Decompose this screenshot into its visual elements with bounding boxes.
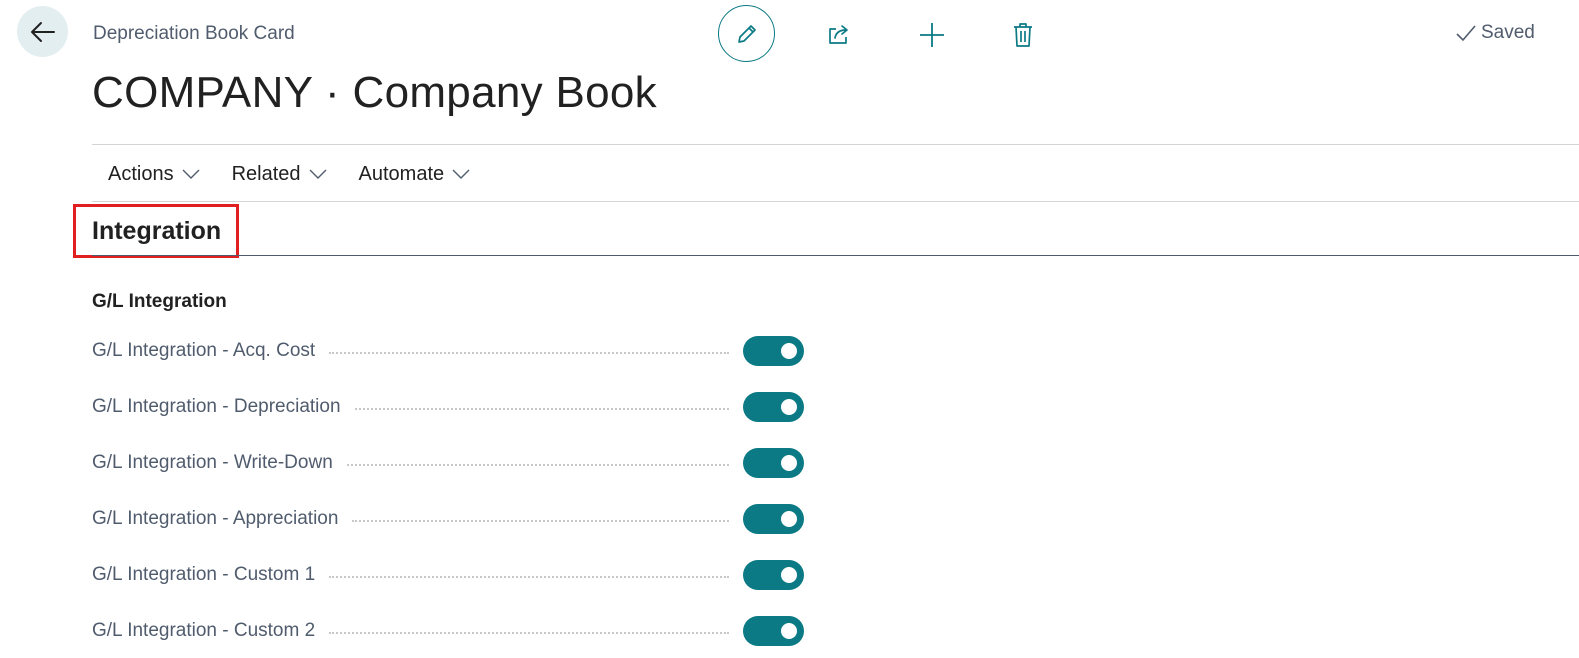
action-bar: Actions Related Automate xyxy=(92,146,486,202)
actions-menu-label: Actions xyxy=(108,162,174,185)
field-row-custom-2: G/L Integration - Custom 2 xyxy=(92,614,804,648)
breadcrumb: Depreciation Book Card xyxy=(93,23,295,44)
toggle-depreciation[interactable] xyxy=(743,392,804,422)
field-row-custom-1: G/L Integration - Custom 1 xyxy=(92,558,804,592)
automate-menu-label: Automate xyxy=(358,162,445,185)
field-row-acq-cost: G/L Integration - Acq. Cost xyxy=(92,334,804,368)
field-label: G/L Integration - Acq. Cost xyxy=(92,340,316,361)
check-icon xyxy=(1456,25,1476,42)
plus-icon xyxy=(919,22,944,47)
toggle-knob xyxy=(781,455,797,471)
highlight-box xyxy=(73,204,239,258)
page-title: COMPANY · Company Book xyxy=(92,68,657,117)
section-divider xyxy=(92,255,1579,256)
divider xyxy=(92,144,1579,145)
field-leader xyxy=(329,632,729,634)
field-leader xyxy=(329,576,729,578)
group-title: G/L Integration xyxy=(92,291,227,312)
field-leader xyxy=(354,408,729,410)
toggle-acq-cost[interactable] xyxy=(743,336,804,366)
pencil-icon xyxy=(737,24,756,43)
toggle-write-down[interactable] xyxy=(743,448,804,478)
related-menu[interactable]: Related xyxy=(216,146,343,202)
saved-status: Saved xyxy=(1455,22,1535,44)
field-label: G/L Integration - Custom 2 xyxy=(92,620,316,641)
arrow-left-icon xyxy=(30,21,55,42)
automate-menu[interactable]: Automate xyxy=(343,146,487,202)
divider xyxy=(92,201,1579,202)
field-leader xyxy=(346,464,729,466)
chevron-down-icon xyxy=(452,169,470,179)
toggle-knob xyxy=(781,567,797,583)
field-label: G/L Integration - Appreciation xyxy=(92,508,339,529)
chevron-down-icon xyxy=(309,169,327,179)
toggle-knob xyxy=(781,343,797,359)
actions-menu[interactable]: Actions xyxy=(92,146,216,202)
field-leader xyxy=(329,352,729,354)
back-button[interactable] xyxy=(17,6,68,57)
toggle-custom-2[interactable] xyxy=(743,616,804,646)
share-button[interactable] xyxy=(810,6,867,63)
field-label: G/L Integration - Depreciation xyxy=(92,396,341,417)
related-menu-label: Related xyxy=(231,162,301,185)
toggle-knob xyxy=(781,623,797,639)
field-row-appreciation: G/L Integration - Appreciation xyxy=(92,502,804,536)
chevron-down-icon xyxy=(182,169,200,179)
field-row-write-down: G/L Integration - Write-Down xyxy=(92,446,804,480)
toggle-knob xyxy=(781,399,797,415)
field-label: G/L Integration - Custom 1 xyxy=(92,564,316,585)
delete-button[interactable] xyxy=(994,6,1051,63)
field-label: G/L Integration - Write-Down xyxy=(92,452,333,473)
saved-label: Saved xyxy=(1481,22,1535,43)
field-leader xyxy=(352,520,729,522)
toggle-appreciation[interactable] xyxy=(743,504,804,534)
new-button[interactable] xyxy=(903,6,960,63)
field-row-depreciation: G/L Integration - Depreciation xyxy=(92,390,804,424)
share-icon xyxy=(828,24,848,44)
trash-icon xyxy=(1013,22,1032,47)
toggle-custom-1[interactable] xyxy=(743,560,804,590)
toggle-knob xyxy=(781,511,797,527)
edit-button[interactable] xyxy=(718,5,775,62)
